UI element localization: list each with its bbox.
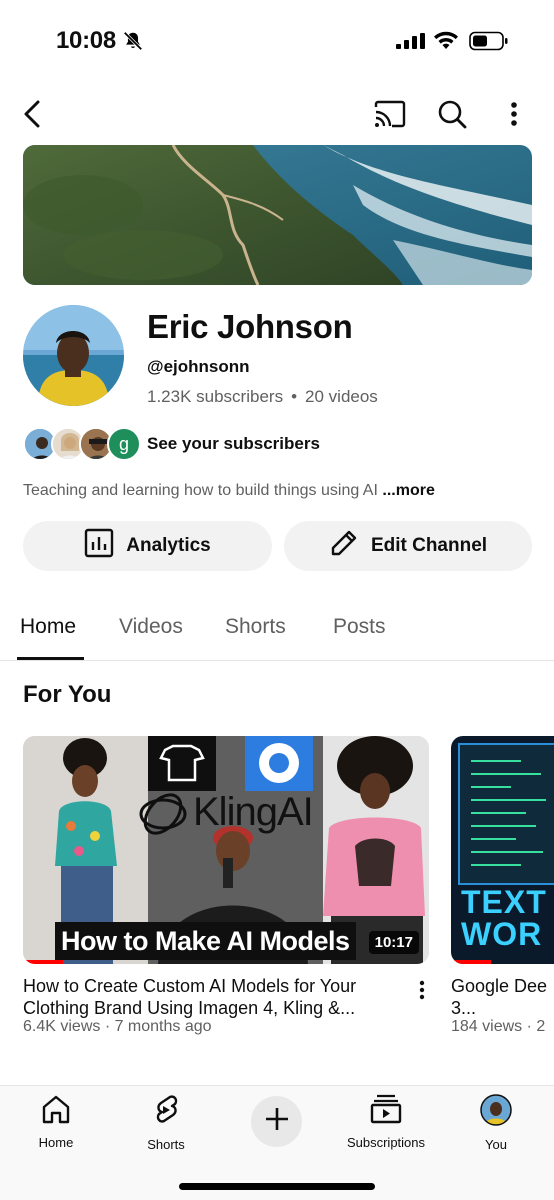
back-arrow-icon[interactable] [13,94,53,134]
wifi-icon [433,30,459,55]
subscriber-initial: g [118,433,129,454]
video-title[interactable]: How to Create Custom AI Models for Your … [23,975,413,1019]
channel-description[interactable]: Teaching and learning how to build thing… [23,482,435,500]
pencil-icon [329,528,359,564]
nav-subscriptions[interactable]: Subscriptions [336,1094,436,1150]
battery-icon [469,31,509,56]
search-icon[interactable] [432,94,472,134]
nav-you[interactable]: You [446,1094,546,1152]
channel-name: Eric Johnson [147,308,353,345]
watch-progress-bar [451,960,491,964]
nav-you-label: You [485,1137,507,1152]
cellular-signal-icon [396,33,426,54]
shorts-icon [152,1094,180,1131]
tab-shorts[interactable]: Shorts [225,615,286,639]
edit-channel-label: Edit Channel [370,535,488,556]
see-subscribers-row[interactable]: g See your subscribers [23,426,423,462]
home-icon [40,1094,72,1129]
tab-videos[interactable]: Videos [119,615,183,639]
bell-slash-icon [122,30,144,57]
tab-home[interactable]: Home [20,615,76,639]
video-count: 20 videos [305,387,378,406]
cast-icon[interactable] [370,94,410,134]
analytics-icon [84,528,114,564]
channel-stats: 1.23K subscribers • 20 videos [147,387,378,407]
home-indicator [179,1183,375,1190]
description-text: Teaching and learning how to build thing… [23,482,378,499]
analytics-label: Analytics [126,535,211,556]
status-bar: 10:08 [0,0,554,80]
video-title[interactable]: Google Dee 3... [451,975,554,1019]
channel-handle: @ejohnsonn [147,357,250,376]
create-button[interactable] [251,1096,302,1147]
nav-home-label: Home [38,1135,74,1150]
video-menu-icon[interactable] [412,978,432,1002]
nav-shorts[interactable]: Shorts [116,1094,216,1152]
bottom-navigation: Home Shorts Subscriptions You [0,1085,554,1200]
subscriptions-icon [370,1094,402,1129]
description-more-link[interactable]: ...more [382,482,434,499]
stats-separator: • [291,387,298,406]
thumbnail-caption-text: TEXT WOR [461,884,547,952]
analytics-button[interactable]: Analytics [23,521,272,571]
video-thumbnail[interactable]: KlingAI How to Make AI Models 10:17 [23,736,429,964]
active-tab-indicator [17,657,84,660]
video-duration: 10:17 [368,931,419,954]
status-time: 10:08 [56,27,116,54]
subscriber-avatar: g [107,427,141,461]
video-thumbnail[interactable]: TEXT WOR [451,736,554,964]
subscriber-count: 1.23K subscribers [147,387,284,406]
nav-shorts-label: Shorts [147,1137,185,1152]
channel-tabs: Home Videos Shorts Posts [0,600,554,661]
tab-posts[interactable]: Posts [333,615,386,639]
nav-home[interactable]: Home [6,1094,106,1150]
create-plus-icon [264,1106,290,1137]
section-title: For You [23,681,112,708]
watch-progress-bar [23,960,63,964]
thumbnail-caption-text: How to Make AI Models [61,925,350,956]
app-bar [0,94,554,134]
video-meta: 6.4K views · 7 months ago [23,1018,212,1035]
see-subscribers-link[interactable]: See your subscribers [147,434,320,454]
thumbnail-caption: How to Make AI Models [55,922,356,960]
edit-channel-button[interactable]: Edit Channel [284,521,532,571]
profile-avatar-icon [480,1094,512,1131]
more-vert-icon[interactable] [494,94,534,134]
channel-avatar[interactable] [23,305,124,406]
nav-subscriptions-label: Subscriptions [346,1135,426,1150]
channel-banner [23,145,532,285]
video-meta: 184 views · 2 [451,1018,546,1035]
thumbnail-brand-text: KlingAI [193,790,314,834]
